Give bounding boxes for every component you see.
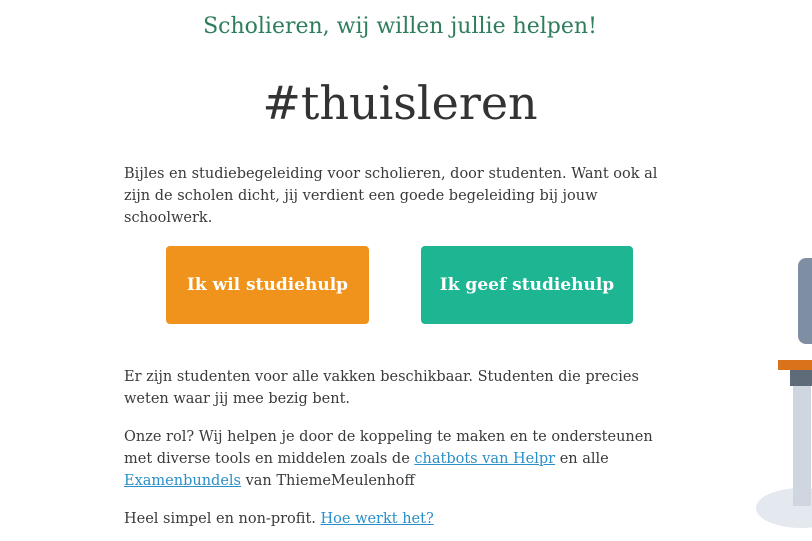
tagline: Scholieren, wij willen jullie helpen! [203, 14, 597, 39]
illustration-desk-top [778, 360, 812, 370]
illustration-monitor [798, 258, 812, 344]
role-suffix: van ThiemeMeulenhoff [240, 473, 415, 489]
illustration-desk-block [790, 370, 812, 386]
give-help-button[interactable]: Ik geef studiehulp [421, 246, 633, 324]
nonprofit-text: Heel simpel en non-profit. Hoe werkt het… [124, 508, 684, 530]
role-text: Onze rol? Wij helpen je door de koppelin… [124, 426, 684, 492]
how-it-works-link[interactable]: Hoe werkt het? [321, 511, 434, 527]
examenbundels-link[interactable]: Examenbundels [124, 473, 241, 489]
chatbots-link[interactable]: chatbots van Helpr [414, 451, 555, 467]
intro-text: Bijles en studiebegeleiding voor scholie… [124, 166, 658, 226]
students-text: Er zijn studenten voor alle vakken besch… [124, 369, 639, 407]
illustration-desk-leg [793, 386, 811, 506]
role-middle: en alle [555, 451, 609, 467]
nonprofit-prefix: Heel simpel en non-profit. [124, 511, 321, 527]
page-title: #thuisleren [262, 76, 538, 130]
want-help-button[interactable]: Ik wil studiehulp [166, 246, 369, 324]
